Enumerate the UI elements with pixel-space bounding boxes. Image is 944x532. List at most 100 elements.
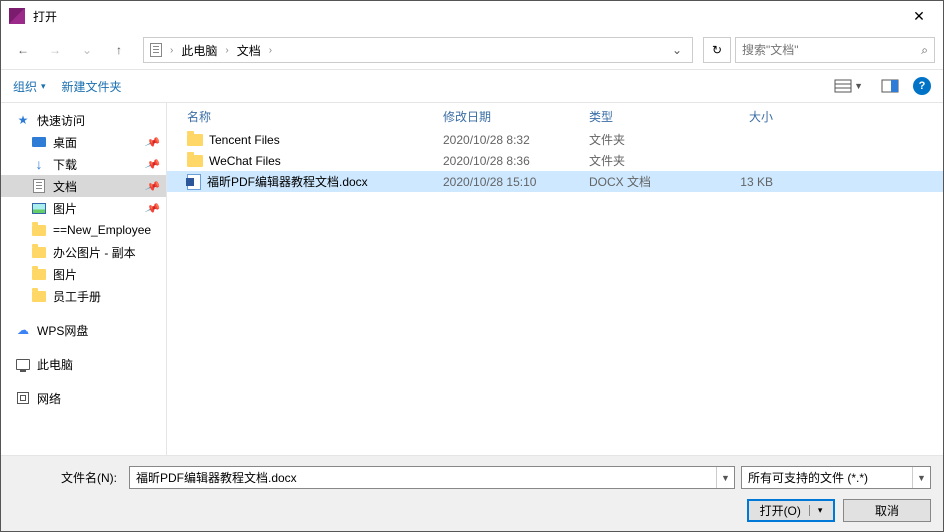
location-icon — [148, 42, 164, 58]
sidebar-item-pictures[interactable]: 图片📌 — [1, 197, 166, 219]
sidebar-item-wps[interactable]: ☁WPS网盘 — [1, 319, 166, 341]
folder-icon — [31, 244, 47, 260]
crumb-sep-icon: › — [170, 45, 173, 56]
file-row[interactable]: 福昕PDF编辑器教程文档.docx 2020/10/28 15:10DOCX 文档… — [167, 171, 943, 192]
docx-icon — [187, 174, 201, 190]
sidebar-item-office[interactable]: 办公图片 - 副本 — [1, 241, 166, 263]
sidebar-item-label: 办公图片 - 副本 — [53, 244, 136, 261]
down-icon: ↓ — [31, 156, 47, 172]
sidebar-item-handbook[interactable]: 员工手册 — [1, 285, 166, 307]
sidebar-item-newemp[interactable]: ==New_Employee — [1, 219, 166, 241]
titlebar: 打开 ✕ — [1, 1, 943, 31]
organize-menu[interactable]: 组织 ▾ — [13, 78, 46, 95]
col-size[interactable]: 大小 — [703, 108, 783, 125]
folder-icon — [31, 222, 47, 238]
sidebar: ★快速访问桌面📌↓下载📌文档📌图片📌==New_Employee办公图片 - 副… — [1, 103, 167, 455]
forward-button[interactable]: → — [41, 36, 69, 64]
pin-icon: 📌 — [144, 156, 161, 173]
main-area: ★快速访问桌面📌↓下载📌文档📌图片📌==New_Employee办公图片 - 副… — [1, 103, 943, 455]
file-name: WeChat Files — [209, 154, 281, 168]
file-type-filter[interactable]: 所有可支持的文件 (*.*) ▼ — [741, 466, 931, 489]
filename-combobox[interactable]: ▼ — [129, 466, 735, 489]
organize-label: 组织 — [13, 78, 37, 95]
footer: 文件名(N): ▼ 所有可支持的文件 (*.*) ▼ 打开(O) ▾ 取消 — [1, 455, 943, 531]
sidebar-item-network[interactable]: 网络 — [1, 387, 166, 409]
sidebar-item-documents[interactable]: 文档 📌 — [1, 175, 166, 197]
file-type: 文件夹 — [589, 152, 703, 169]
open-button-label: 打开(O) — [760, 502, 801, 519]
address-bar[interactable]: › 此电脑 › 文档 › ⌄ — [143, 37, 693, 63]
cancel-button[interactable]: 取消 — [843, 499, 931, 522]
filename-input[interactable] — [130, 471, 716, 485]
file-type: DOCX 文档 — [589, 173, 703, 190]
details-view-icon — [834, 79, 852, 93]
view-mode-button[interactable]: ▼ — [830, 77, 867, 95]
sidebar-item-pics2[interactable]: 图片 — [1, 263, 166, 285]
net-icon — [15, 390, 31, 406]
preview-pane-button[interactable] — [877, 77, 903, 95]
sidebar-item-quick[interactable]: ★ 快速访问 — [1, 109, 166, 131]
app-icon — [9, 8, 25, 24]
folder-icon — [187, 155, 203, 167]
crumb-sep-icon: › — [269, 45, 272, 56]
pic-icon — [31, 200, 47, 216]
file-date: 2020/10/28 8:36 — [443, 154, 589, 168]
filter-dropdown[interactable]: ▼ — [912, 467, 930, 488]
crumb-sep-icon: › — [225, 45, 228, 56]
column-header[interactable]: 名称 修改日期 类型 大小 — [167, 103, 943, 129]
doc-icon — [31, 178, 47, 194]
filename-dropdown[interactable]: ▼ — [716, 467, 734, 488]
file-date: 2020/10/28 15:10 — [443, 175, 589, 189]
col-type[interactable]: 类型 — [589, 108, 703, 125]
sidebar-item-label: 桌面 — [53, 134, 77, 151]
pin-icon: 📌 — [144, 200, 161, 217]
search-input[interactable] — [742, 43, 921, 57]
sidebar-item-label: 网络 — [37, 390, 61, 407]
recent-dropdown[interactable]: ⌄ — [73, 36, 101, 64]
folder-icon — [187, 134, 203, 146]
chevron-down-icon: ▼ — [854, 81, 863, 91]
col-date[interactable]: 修改日期 — [443, 108, 589, 125]
file-type: 文件夹 — [589, 131, 703, 148]
star-icon: ★ — [15, 112, 31, 128]
file-row[interactable]: WeChat Files 2020/10/28 8:36文件夹 — [167, 150, 943, 171]
window-title: 打开 — [33, 8, 903, 25]
open-button[interactable]: 打开(O) ▾ — [747, 499, 835, 522]
file-name: 福昕PDF编辑器教程文档.docx — [207, 173, 368, 190]
file-list: Tencent Files2020/10/28 8:32文件夹WeChat Fi… — [167, 129, 943, 455]
sidebar-item-label: 文档 — [53, 178, 77, 195]
sidebar-item-downloads[interactable]: ↓ 下载 📌 — [1, 153, 166, 175]
filename-label: 文件名(N): — [13, 469, 123, 486]
refresh-button[interactable]: ↻ — [703, 37, 731, 63]
address-dropdown[interactable]: ⌄ — [666, 39, 688, 61]
close-button[interactable]: ✕ — [903, 1, 935, 31]
sidebar-item-label: 下载 — [53, 156, 77, 173]
sidebar-item-label: 快速访问 — [37, 112, 85, 129]
help-button[interactable]: ? — [913, 77, 931, 95]
sidebar-item-thispc[interactable]: 此电脑 — [1, 353, 166, 375]
open-split-arrow[interactable]: ▾ — [809, 505, 823, 516]
search-box[interactable]: ⌕ — [735, 37, 935, 63]
nav-bar: ← → ⌄ ↑ › 此电脑 › 文档 › ⌄ ↻ ⌕ — [1, 31, 943, 69]
sidebar-item-label: 图片 — [53, 266, 77, 283]
new-folder-button[interactable]: 新建文件夹 — [62, 78, 122, 95]
file-pane: 名称 修改日期 类型 大小 Tencent Files2020/10/28 8:… — [167, 103, 943, 455]
filter-label: 所有可支持的文件 (*.*) — [748, 469, 868, 486]
pin-icon: 📌 — [144, 178, 161, 195]
col-name[interactable]: 名称 — [187, 108, 443, 125]
folder-icon — [31, 288, 47, 304]
file-date: 2020/10/28 8:32 — [443, 133, 589, 147]
search-icon: ⌕ — [921, 43, 928, 58]
sidebar-item-desktop[interactable]: 桌面 📌 — [1, 131, 166, 153]
back-button[interactable]: ← — [9, 36, 37, 64]
desktop-icon — [31, 134, 47, 150]
up-button[interactable]: ↑ — [105, 36, 133, 64]
pin-icon: 📌 — [144, 134, 161, 151]
crumb-thispc[interactable]: 此电脑 — [179, 40, 219, 61]
chevron-down-icon: ▾ — [41, 81, 46, 92]
sidebar-item-label: WPS网盘 — [37, 322, 88, 339]
sidebar-item-label: 员工手册 — [53, 288, 101, 305]
crumb-documents[interactable]: 文档 — [235, 40, 263, 61]
toolbar: 组织 ▾ 新建文件夹 ▼ ? — [1, 69, 943, 103]
file-row[interactable]: Tencent Files2020/10/28 8:32文件夹 — [167, 129, 943, 150]
